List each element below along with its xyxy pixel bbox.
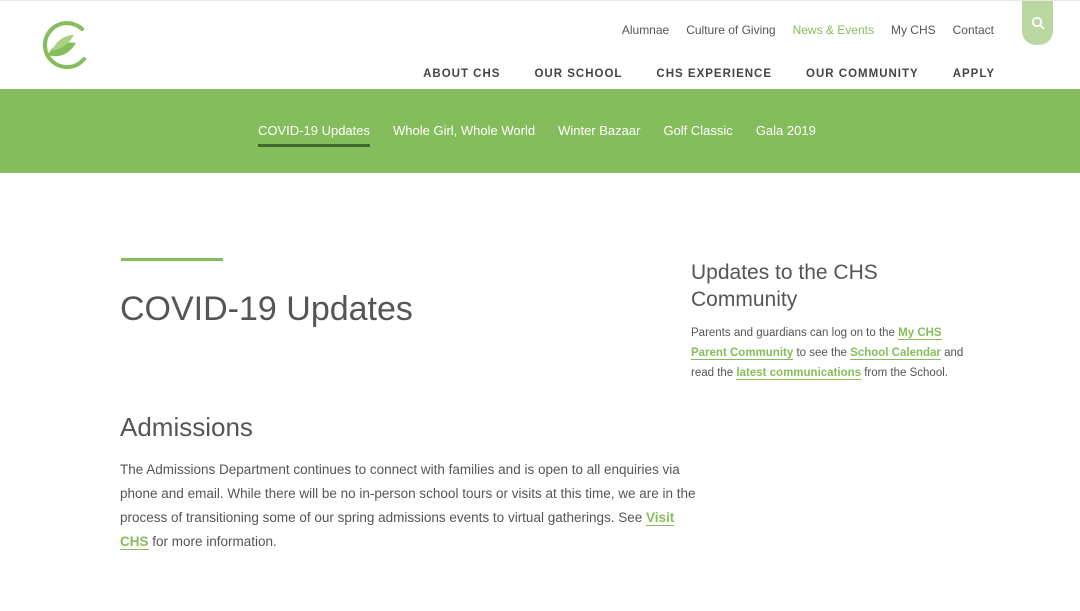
admissions-text-end: for more information. [148, 534, 277, 549]
main-nav: ABOUT CHS OUR SCHOOL CHS EXPERIENCE OUR … [423, 68, 995, 80]
util-link-alumnae[interactable]: Alumnae [622, 23, 669, 37]
admissions-text: The Admissions Department continues to c… [120, 462, 696, 525]
sidebar-paragraph: Parents and guardians can log on to the … [691, 323, 966, 383]
sidebar-text-1: Parents and guardians can log on to the [691, 327, 899, 339]
search-button[interactable] [1022, 1, 1053, 45]
subnav-golf-classic[interactable]: Golf Classic [663, 123, 732, 147]
nav-apply[interactable]: APPLY [953, 68, 995, 80]
subnav-winter-bazaar[interactable]: Winter Bazaar [558, 123, 640, 147]
subnav-whole-girl[interactable]: Whole Girl, Whole World [393, 123, 535, 147]
nav-our-community[interactable]: OUR COMMUNITY [806, 68, 919, 80]
nav-about-chs[interactable]: ABOUT CHS [423, 68, 500, 80]
site-header: Alumnae Culture of Giving News & Events … [0, 0, 1080, 89]
latest-communications-link[interactable]: latest communications [736, 367, 862, 380]
util-link-contact[interactable]: Contact [953, 23, 994, 37]
title-accent-bar [121, 258, 223, 261]
subnav-gala-2019[interactable]: Gala 2019 [756, 123, 816, 147]
admissions-paragraph: The Admissions Department continues to c… [120, 458, 700, 554]
nav-our-school[interactable]: OUR SCHOOL [534, 68, 622, 80]
subnav-covid-updates[interactable]: COVID-19 Updates [258, 123, 370, 147]
util-link-news-events[interactable]: News & Events [793, 23, 874, 37]
nav-chs-experience[interactable]: CHS EXPERIENCE [656, 68, 772, 80]
section-subnav: COVID-19 Updates Whole Girl, Whole World… [0, 89, 1080, 173]
page-title: COVID-19 Updates [120, 290, 413, 328]
sidebar-text-2: to see the [793, 347, 851, 359]
util-link-my-chs[interactable]: My CHS [891, 23, 936, 37]
util-link-culture-of-giving[interactable]: Culture of Giving [686, 23, 775, 37]
section-heading-admissions: Admissions [120, 412, 253, 442]
search-icon [1031, 16, 1044, 30]
sidebar-title: Updates to the CHS Community [691, 261, 878, 311]
school-calendar-link[interactable]: School Calendar [850, 347, 941, 360]
leaf-logo-icon[interactable] [38, 19, 92, 73]
sidebar-text-4: from the School. [861, 367, 948, 379]
utility-nav: Alumnae Culture of Giving News & Events … [622, 23, 994, 37]
